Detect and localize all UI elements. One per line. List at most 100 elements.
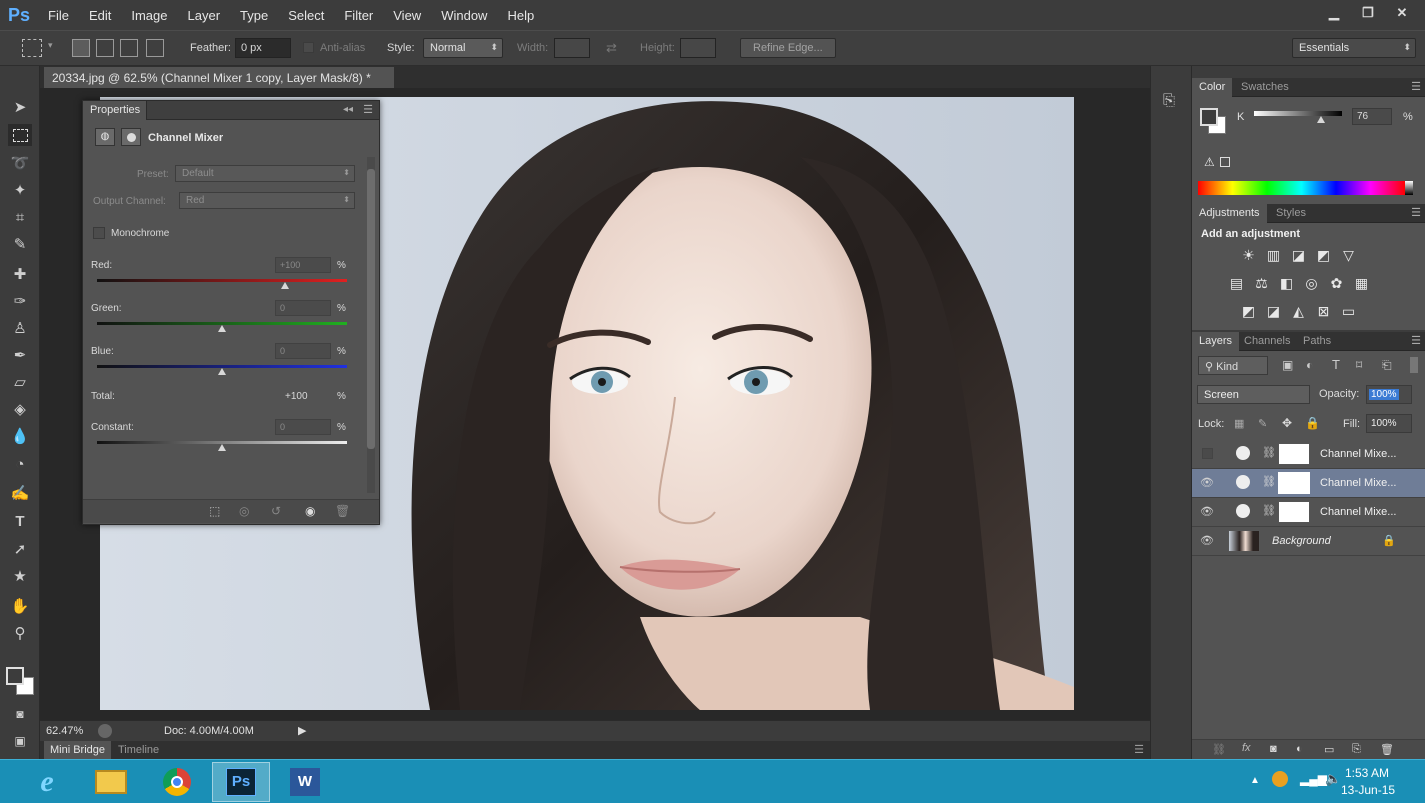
chevron-down-icon[interactable]: ▾ [48,40,53,51]
crop-tool-icon[interactable]: ⌗ [8,206,32,228]
marquee-tool-icon[interactable] [8,124,32,146]
red-slider-track[interactable] [97,279,347,282]
bw-ramp[interactable] [1405,181,1413,195]
layer-mask-thumbnail[interactable] [1278,501,1310,523]
eye-hidden-icon[interactable] [1202,448,1213,459]
mask-icon[interactable] [121,128,141,146]
subtract-selection-icon[interactable] [120,39,138,57]
k-value-input[interactable]: 76 [1352,108,1392,125]
menu-filter[interactable]: Filter [344,8,373,23]
new-selection-icon[interactable] [72,39,90,57]
menu-edit[interactable]: Edit [89,8,111,23]
layer-row[interactable]: ⛓ Channel Mixe... [1192,440,1425,469]
fill-input[interactable]: 100% [1366,414,1412,433]
height-input[interactable] [680,38,716,58]
layer-name[interactable]: Channel Mixe... [1320,506,1396,518]
background-thumbnail[interactable] [1228,530,1260,552]
link-layers-icon[interactable]: ⛓ [1212,743,1226,756]
tab-timeline[interactable]: Timeline [118,744,159,756]
clock-time[interactable]: 1:53 AM [1345,766,1389,780]
fx-icon[interactable]: fx [1242,742,1251,754]
show-hidden-icons[interactable]: ▲ [1250,775,1260,786]
lock-transparency-icon[interactable]: ▦ [1234,417,1244,430]
photo-filter-icon[interactable]: ◎ [1303,275,1320,291]
filter-smart-object-icon[interactable]: ⎗ [1382,358,1392,373]
tray-app-icon[interactable] [1272,771,1288,787]
color-balance-icon[interactable]: ⚖ [1253,275,1270,291]
black-white-icon[interactable]: ◧ [1278,275,1295,291]
lasso-tool-icon[interactable]: ➰ [8,152,32,174]
layer-row[interactable]: 👁 Background 🔒 [1192,527,1425,556]
color-lookup-icon[interactable]: ▦ [1353,275,1370,291]
tab-swatches[interactable]: Swatches [1234,78,1296,97]
ie-icon[interactable]: e [18,762,76,802]
menu-file[interactable]: File [48,8,69,23]
chain-link-icon[interactable]: ⛓ [1262,446,1276,459]
k-slider-track[interactable] [1254,111,1342,116]
layers-panel-menu-icon[interactable]: ☰ [1411,334,1421,347]
screen-mode-icon[interactable]: ▣ [8,730,32,752]
tab-color[interactable]: Color [1192,78,1233,97]
foreground-color-swatch[interactable] [6,667,24,685]
background-layer-name[interactable]: Background [1272,535,1331,547]
delete-icon[interactable]: 🗑 [335,504,350,518]
layer-name[interactable]: Channel Mixe... [1320,477,1396,489]
k-slider-thumb[interactable] [1316,116,1325,123]
layer-row[interactable]: 👁 ⛓ Channel Mixe... [1192,498,1425,527]
volume-icon[interactable]: 🔈 [1325,771,1341,787]
blue-slider-thumb[interactable] [218,368,226,375]
clock-date[interactable]: 13-Jun-15 [1341,783,1395,797]
move-tool-icon[interactable]: ➤ [8,96,32,118]
history-brush-tool-icon[interactable]: ✒ [8,344,32,366]
view-previous-icon[interactable]: ◎ [239,504,249,518]
tab-styles[interactable]: Styles [1269,204,1313,223]
selective-color-icon[interactable]: ⊠ [1315,303,1332,319]
properties-scrollbar[interactable] [367,157,375,493]
brightness-icon[interactable]: ☀ [1240,247,1257,263]
magic-wand-tool-icon[interactable]: ✦ [8,179,32,201]
document-tab[interactable]: 20334.jpg @ 62.5% (Channel Mixer 1 copy,… [44,67,394,99]
menu-image[interactable]: Image [131,8,167,23]
opacity-input[interactable]: 100% [1366,385,1412,404]
tab-channels[interactable]: Channels [1237,332,1297,351]
dodge-tool-icon[interactable]: ◔ [8,453,32,475]
new-group-icon[interactable]: ▭ [1324,743,1334,756]
explorer-icon[interactable] [82,762,140,802]
path-selection-tool-icon[interactable]: ➚ [8,538,32,560]
hand-tool-icon[interactable]: ✋ [8,595,32,617]
status-icon[interactable] [98,724,112,738]
gradient-map-icon[interactable]: ▭ [1340,303,1357,319]
blue-value-input[interactable]: 0 [275,343,331,359]
filter-pixel-icon[interactable]: ▣ [1282,358,1293,372]
layer-name[interactable]: Channel Mixe... [1320,448,1396,460]
filter-type-icon[interactable]: T [1332,357,1340,372]
chain-link-icon[interactable]: ⛓ [1262,475,1276,488]
collapse-icon[interactable]: ◂◂ [343,104,353,115]
clone-stamp-tool-icon[interactable]: ♙ [8,317,32,339]
minimize-icon[interactable]: ▁ [1319,2,1349,24]
blend-mode-select[interactable]: Screen [1197,385,1310,404]
word-icon[interactable]: W [276,762,334,802]
posterize-icon[interactable]: ◪ [1265,303,1282,319]
antialias-checkbox[interactable] [303,42,314,53]
zoom-level[interactable]: 62.47% [46,725,83,737]
add-selection-icon[interactable] [96,39,114,57]
new-layer-icon[interactable]: ⎘ [1352,743,1361,756]
style-select[interactable]: Normal [423,38,503,58]
layer-row-selected[interactable]: 👁 ⛓ Channel Mixe... [1192,469,1425,498]
delete-layer-icon[interactable]: 🗑 [1380,743,1394,756]
menu-type[interactable]: Type [240,8,268,23]
menu-layer[interactable]: Layer [188,8,221,23]
history-icon[interactable]: ⎘ [1163,92,1175,109]
tab-adjustments[interactable]: Adjustments [1192,204,1267,223]
blur-tool-icon[interactable]: 💧 [8,425,32,447]
adjustments-panel-menu-icon[interactable]: ☰ [1411,206,1421,219]
reset-icon[interactable]: ↺ [271,504,281,518]
threshold-icon[interactable]: ◭ [1290,303,1307,319]
eraser-tool-icon[interactable]: ▱ [8,371,32,393]
levels-icon[interactable]: ▥ [1265,247,1282,263]
eye-icon[interactable]: 👁 [1200,476,1214,490]
zoom-tool-icon[interactable]: ⚲ [8,622,32,644]
layer-mask-thumbnail[interactable] [1278,472,1310,494]
brush-tool-icon[interactable]: ✑ [8,290,32,312]
